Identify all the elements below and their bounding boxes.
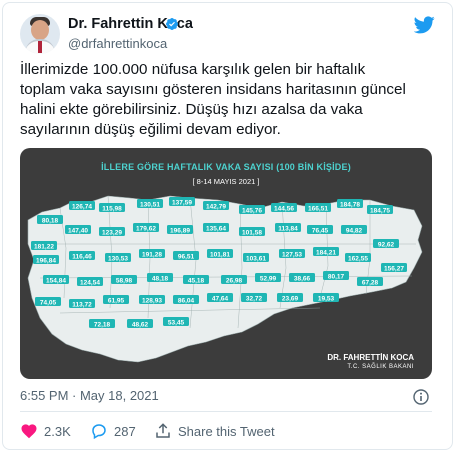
value-label: 32,72	[246, 296, 263, 303]
value-label: 80,18	[42, 218, 59, 225]
tweet-timestamp[interactable]: 6:55 PM · May 18, 2021	[20, 388, 159, 403]
map-signature-title: T.C. SAĞLIK BAKANI	[347, 364, 414, 370]
divider	[20, 411, 432, 412]
value-label: 191,28	[142, 252, 162, 259]
value-label: 126,74	[72, 204, 92, 211]
value-label: 103,61	[246, 256, 266, 263]
value-label: 127,53	[282, 252, 302, 259]
value-label: 184,78	[340, 202, 360, 209]
tweet-text: İllerimizde 100.000 nüfusa karşılık gele…	[20, 61, 406, 138]
value-label: 113,84	[278, 226, 298, 233]
reply-count: 287	[114, 423, 136, 439]
value-label: 142,79	[206, 204, 226, 211]
map-signature: DR. FAHRETTİN KOCA	[327, 353, 414, 362]
value-label: 184,21	[316, 250, 336, 257]
value-label: 156,27	[384, 266, 404, 273]
value-label: 48,62	[132, 322, 149, 329]
author-handle[interactable]: @drfahrettinkoca	[68, 36, 167, 51]
value-label: 67,28	[362, 280, 379, 287]
value-label: 96,51	[178, 254, 195, 261]
value-label: 166,51	[308, 206, 328, 213]
value-label: 147,40	[68, 228, 88, 235]
value-label: 72,18	[94, 322, 111, 329]
value-label: 86,04	[178, 298, 195, 305]
value-label: 47,64	[212, 296, 229, 303]
value-label: 137,59	[172, 200, 192, 207]
share-label: Share this Tweet	[178, 423, 275, 439]
value-label: 130,51	[140, 202, 160, 209]
value-label: 61,95	[108, 298, 125, 305]
value-label: 26,98	[226, 278, 243, 285]
value-label: 116,46	[72, 254, 92, 261]
value-label: 38,66	[294, 276, 311, 283]
heart-icon	[21, 424, 37, 439]
turkey-map: 80,18 126,74 115,98 130,51 137,59 142,79 145,7…	[27, 195, 423, 363]
value-label: 80,17	[328, 274, 345, 281]
value-label: 23,69	[282, 296, 299, 303]
value-label: 145,76	[242, 208, 262, 215]
value-label: 154,84	[46, 278, 66, 285]
value-label: 123,29	[102, 230, 122, 237]
share-icon	[156, 423, 170, 438]
twitter-bird-icon[interactable]	[414, 16, 435, 34]
info-icon[interactable]	[413, 389, 429, 405]
reply-button[interactable]: 287	[90, 421, 136, 441]
value-label: 113,72	[72, 302, 92, 309]
value-label: 52,99	[260, 276, 277, 283]
value-label: 181,22	[34, 244, 54, 251]
like-count: 2.3K	[44, 423, 71, 439]
value-label: 48,18	[152, 276, 169, 283]
value-label: 92,62	[378, 242, 395, 249]
value-label: 196,89	[170, 228, 190, 235]
value-label: 94,82	[346, 228, 363, 235]
value-label: 58,98	[116, 278, 133, 285]
value-label: 128,93	[142, 298, 162, 305]
value-label: 53,45	[168, 320, 185, 327]
avatar[interactable]	[20, 14, 60, 54]
value-label: 130,53	[108, 256, 128, 263]
share-button[interactable]: Share this Tweet	[154, 421, 275, 441]
value-label: 196,84	[36, 258, 56, 265]
verified-badge-icon	[166, 18, 178, 30]
value-label: 45,18	[188, 278, 205, 285]
value-label: 124,54	[80, 280, 100, 287]
value-label: 115,98	[102, 206, 122, 213]
tweet-image[interactable]: İLLERE GÖRE HAFTALIK VAKA SAYISI (100 Bİ…	[20, 148, 432, 379]
value-label: 101,81	[210, 252, 230, 259]
value-label: 74,05	[40, 300, 57, 307]
reply-icon	[92, 424, 106, 440]
value-label: 76,45	[312, 228, 329, 235]
value-label: 162,55	[348, 256, 368, 263]
value-label: 179,62	[136, 226, 156, 233]
value-label: 184,75	[370, 208, 390, 215]
like-button[interactable]: 2.3K	[20, 421, 71, 441]
value-label: 101,58	[242, 230, 262, 237]
value-label: 135,64	[206, 226, 226, 233]
value-label: 144,56	[274, 206, 294, 213]
value-label: 19,53	[318, 296, 335, 303]
